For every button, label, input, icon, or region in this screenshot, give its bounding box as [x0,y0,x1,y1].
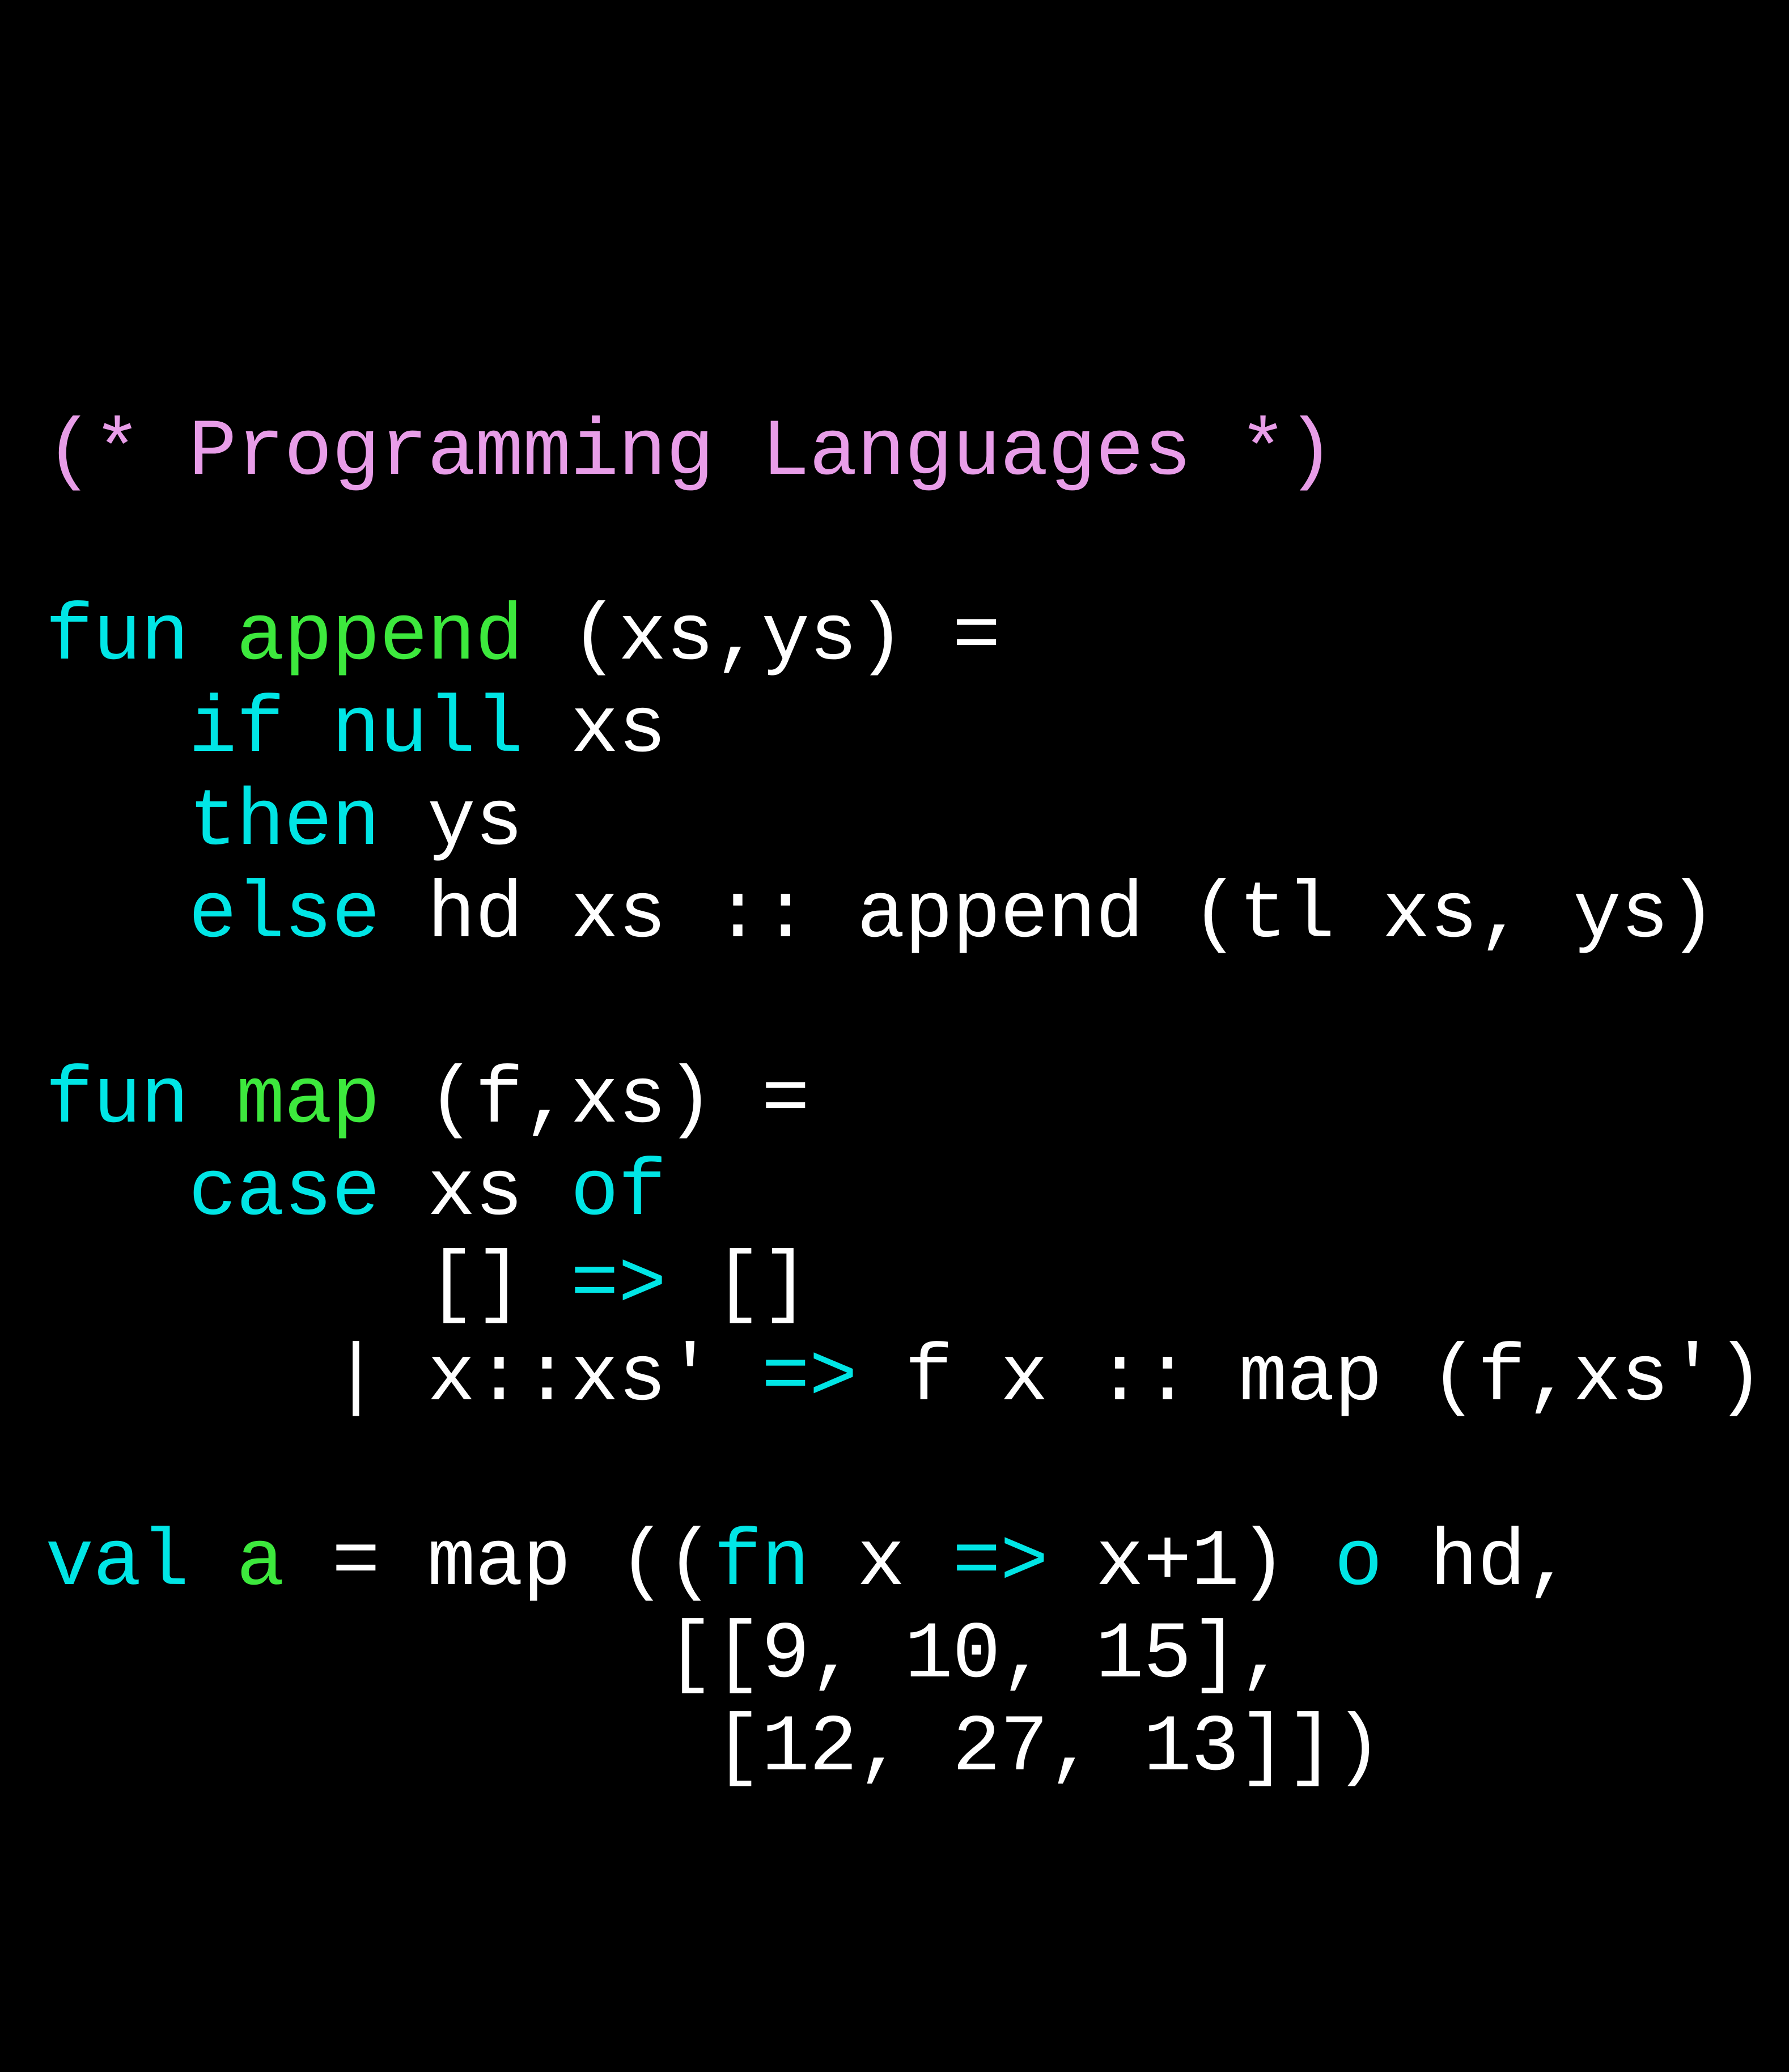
indent [45,869,189,961]
keyword-o: o [1334,1517,1382,1608]
code-text: x+1) [1048,1517,1334,1608]
code-text: [[9, 10, 15], [45,1610,1287,1701]
code-text: f x :: map (f,xs') [857,1332,1764,1424]
indent [45,684,189,775]
code-text: [] [666,1239,809,1331]
keyword-val: val [45,1517,189,1608]
space [284,684,332,775]
space [189,1517,236,1608]
keyword-fun: fun [45,592,189,683]
code-text: hd, [1382,1517,1573,1608]
indent [45,1239,427,1331]
code-text: xs [523,684,666,775]
keyword-null: null [332,684,523,775]
keyword-of: of [570,1147,665,1238]
arrow: => [570,1239,665,1331]
code-text: xs [380,1147,571,1238]
identifier-append: append [236,592,523,683]
arrow: => [761,1332,857,1424]
code-block: (* Programming Languages *) fun append (… [45,406,1744,1794]
indent [45,777,189,868]
keyword-case: case [189,1147,380,1238]
code-text: x [809,1517,952,1608]
indent [45,1147,189,1238]
identifier-a: a [236,1517,284,1608]
indent [45,1332,332,1424]
code-text: hd xs :: append (tl xs, ys) [380,869,1716,961]
comment: (* Programming Languages *) [45,407,1334,498]
keyword-fn: fn [714,1517,809,1608]
code-text: | x::xs' [332,1332,761,1424]
arrow: => [952,1517,1048,1608]
code-text: [12, 27, 13]]) [45,1702,1382,1794]
code-text: [] [427,1239,571,1331]
keyword-else: else [189,869,380,961]
code-text: (xs,ys) = [523,592,1000,683]
keyword-then: then [189,777,380,868]
code-text: ys [380,777,523,868]
keyword-fun: fun [45,1055,189,1146]
code-text: = map (( [284,1517,714,1608]
keyword-if: if [189,684,284,775]
code-text: (f,xs) = [380,1055,809,1146]
identifier-map: map [236,1055,380,1146]
